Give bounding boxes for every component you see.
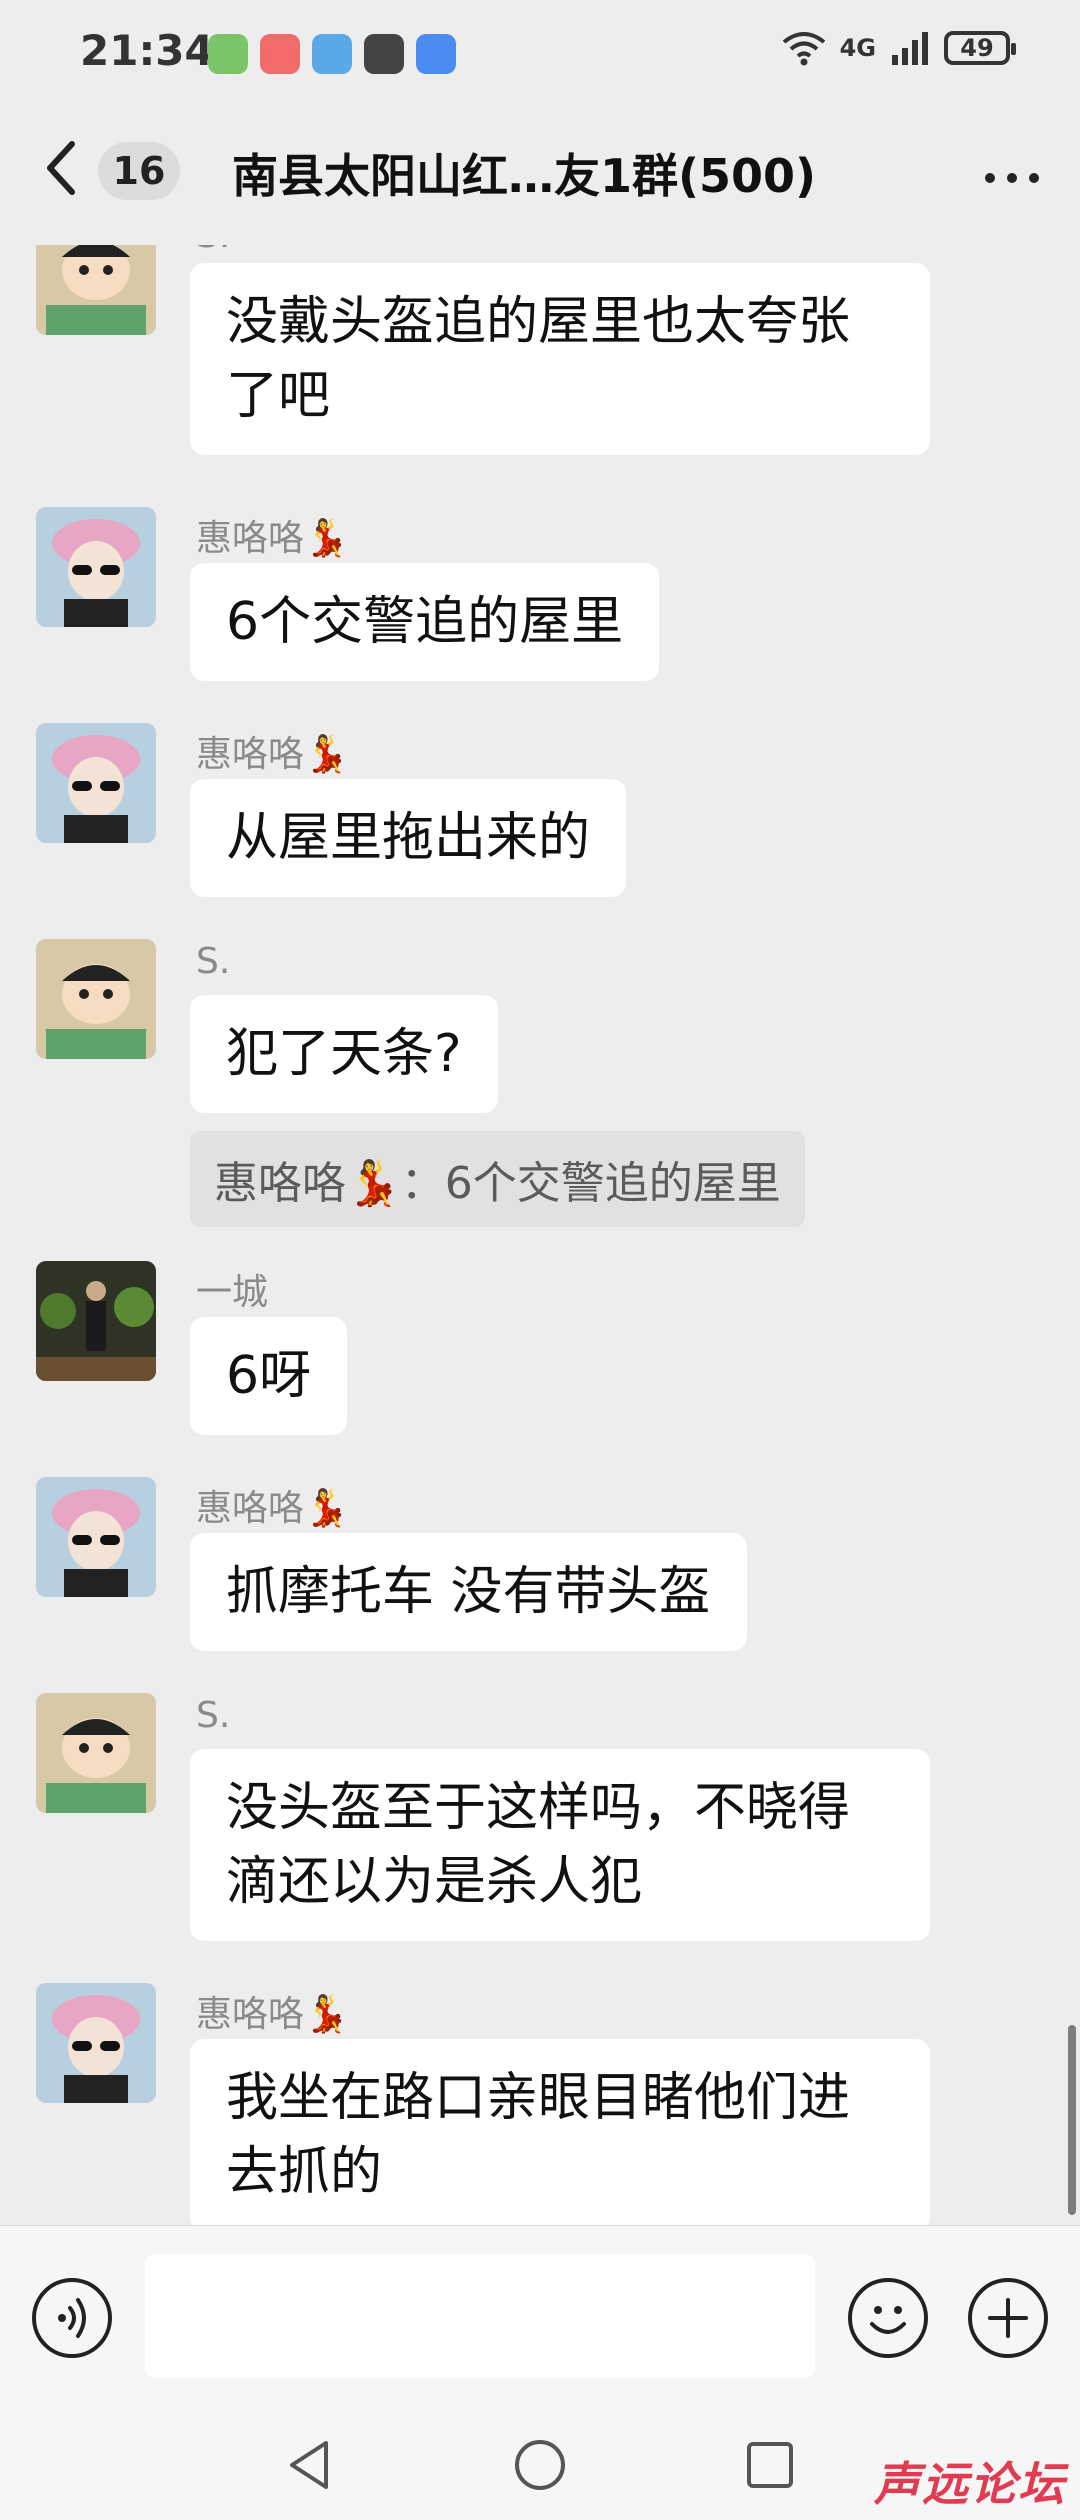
avatar[interactable] [36,1477,156,1597]
nav-back-icon[interactable] [280,2435,340,2495]
scrollbar-thumb[interactable] [1068,2025,1076,2215]
message-bubble[interactable]: 我坐在路口亲眼目睹他们进去抓的 [190,2039,930,2225]
avatar[interactable] [36,939,156,1059]
sender-name: S. [196,941,231,982]
avatar[interactable] [36,1261,156,1381]
sender-name: 惠咯咯💃 [196,1994,349,2035]
avatar[interactable] [36,723,156,843]
message-input[interactable] [145,2254,815,2378]
sender-name: 惠咯咯💃 [196,734,349,775]
man-plants-avatar-icon [36,1261,156,1381]
signal-icon [892,32,928,65]
wifi-icon [782,32,825,66]
plus-icon[interactable] [968,2278,1048,2358]
status-right-group: 4G 49 [782,30,1016,66]
girl-sunglasses-avatar-icon [36,1477,156,1597]
crayon-boy-avatar-icon [36,939,156,1059]
back-chevron-icon[interactable] [40,138,100,208]
sender-name: 惠咯咯💃 [196,518,349,559]
sender-name: S. [196,245,230,256]
more-options-icon[interactable] [984,140,1040,190]
system-nav-bar: 声远论坛 [0,2405,1080,2520]
girl-sunglasses-avatar-icon [36,723,156,843]
status-time: 21:34 [80,26,214,75]
message-list[interactable]: S. 没戴头盔追的屋里也太夸张了吧 惠咯咯💃 6个交警追的屋里 [0,245,1080,2225]
forum-watermark: 声远论坛 [874,2457,1066,2511]
status-bar: 21:34 4G 49 [0,0,1080,110]
avatar[interactable] [36,1983,156,2103]
network-label: 4G [839,34,876,62]
message-bubble[interactable]: 从屋里拖出来的 [190,779,627,897]
message-app-icon [416,34,456,74]
music-app-icon [260,34,300,74]
battery-level: 49 [960,34,994,62]
voice-input-icon[interactable] [32,2278,112,2358]
message-bubble[interactable]: 6个交警追的屋里 [190,563,660,681]
girl-sunglasses-avatar-icon [36,1983,156,2103]
nav-recents-icon[interactable] [740,2435,800,2495]
sender-name: S. [196,1695,231,1736]
gesture-app-icon [364,34,404,74]
message-bubble[interactable]: 没头盔至于这样吗，不晓得滴还以为是杀人犯 [190,1749,930,1941]
crayon-boy-avatar-icon [36,245,156,335]
crayon-boy-avatar-icon [36,1693,156,1813]
emoji-icon[interactable] [848,2278,928,2358]
message-bubble[interactable]: 6呀 [190,1317,348,1435]
ai-app-icon [208,34,248,74]
input-bar [0,2225,1080,2406]
message-bubble[interactable]: 抓摩托车 没有带头盔 [190,1533,747,1651]
avatar[interactable] [36,245,156,335]
sender-name: 惠咯咯💃 [196,1488,349,1529]
sender-name: 一城 [196,1272,269,1313]
weather-app-icon [312,34,352,74]
girl-sunglasses-avatar-icon [36,507,156,627]
avatar[interactable] [36,1693,156,1813]
avatar[interactable] [36,507,156,627]
message-bubble[interactable]: 没戴头盔追的屋里也太夸张了吧 [190,263,930,455]
quoted-reply[interactable]: 惠咯咯💃：6个交警追的屋里 [190,1131,805,1227]
message-bubble[interactable]: 犯了天条? [190,995,498,1113]
nav-home-icon[interactable] [510,2435,570,2495]
unread-count-badge[interactable]: 16 [98,142,180,200]
chat-header: 16 南县太阳山红…友1群(500) [0,110,1080,245]
battery-indicator: 49 [944,31,1016,65]
chat-title: 南县太阳山红…友1群(500) [232,149,817,203]
